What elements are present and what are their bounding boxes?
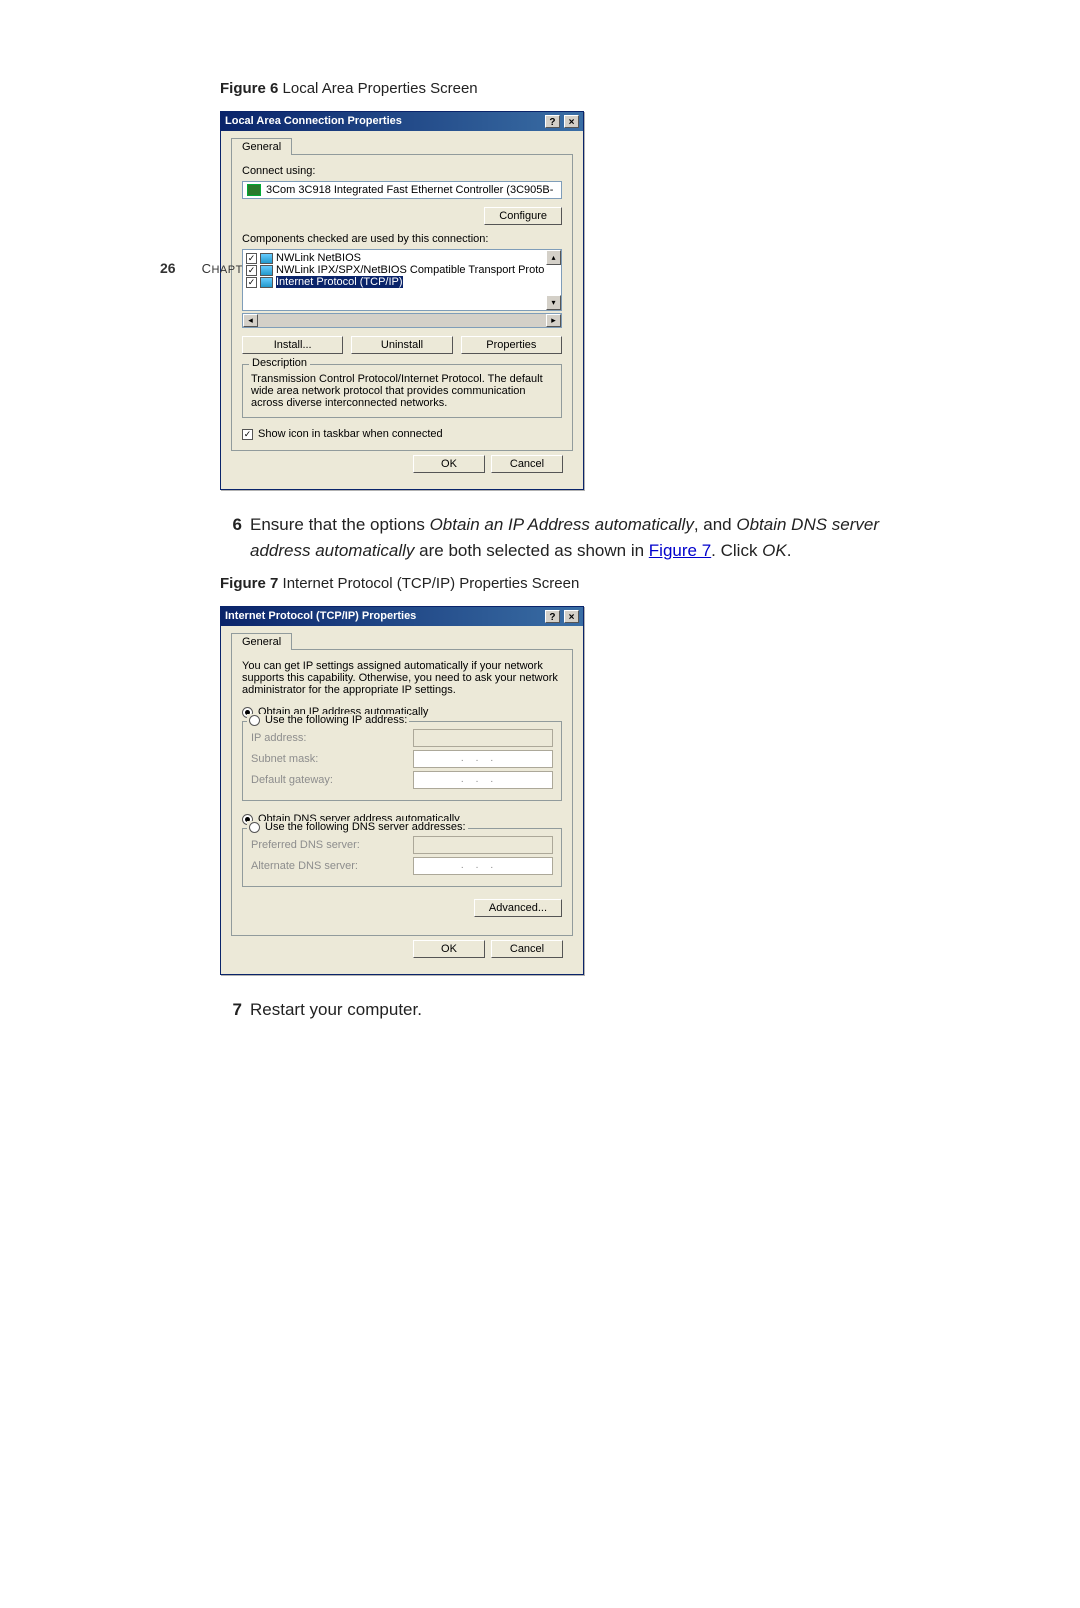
- list-item[interactable]: ✓ NWLink NetBIOS: [245, 252, 559, 264]
- page-number: 26: [160, 260, 176, 276]
- help-icon[interactable]: ?: [545, 610, 560, 623]
- radio-use-dns[interactable]: Use the following DNS server addresses:: [247, 821, 468, 833]
- dialog-title: Local Area Connection Properties: [225, 115, 402, 128]
- figure-7-caption: Figure 7 Internet Protocol (TCP/IP) Prop…: [220, 575, 900, 592]
- radio-use-ip[interactable]: Use the following IP address:: [247, 714, 409, 726]
- scroll-right-icon[interactable]: ▸: [546, 314, 561, 327]
- subnet-mask-input: ...: [413, 750, 553, 768]
- checkbox-icon[interactable]: ✓: [246, 253, 257, 264]
- radio-icon[interactable]: [249, 715, 260, 726]
- advanced-button[interactable]: Advanced...: [474, 899, 562, 917]
- components-label: Components checked are used by this conn…: [242, 233, 562, 245]
- figure-7-link[interactable]: Figure 7: [649, 541, 711, 560]
- subnet-mask-label: Subnet mask:: [251, 753, 413, 765]
- preferred-dns-label: Preferred DNS server:: [251, 839, 413, 851]
- description-group: Description Transmission Control Protoco…: [242, 364, 562, 418]
- alternate-dns-input: ...: [413, 857, 553, 875]
- install-button[interactable]: Install...: [242, 336, 343, 354]
- cancel-button[interactable]: Cancel: [491, 455, 563, 473]
- protocol-icon: [260, 253, 273, 264]
- list-item[interactable]: ✓ NWLink IPX/SPX/NetBIOS Compatible Tran…: [245, 264, 559, 276]
- default-gateway-input: ...: [413, 771, 553, 789]
- tab-general[interactable]: General: [231, 138, 292, 155]
- dialog-titlebar: Local Area Connection Properties ? ×: [221, 112, 583, 131]
- scroll-left-icon[interactable]: ◂: [243, 314, 258, 327]
- nic-icon: [247, 184, 261, 196]
- protocol-icon: [260, 265, 273, 276]
- use-ip-group: Use the following IP address: IP address…: [242, 721, 562, 801]
- description-text: Transmission Control Protocol/Internet P…: [251, 373, 553, 409]
- close-icon[interactable]: ×: [564, 115, 579, 128]
- components-listbox[interactable]: ✓ NWLink NetBIOS ✓ NWLink IPX/SPX/NetBIO…: [242, 249, 562, 311]
- checkbox-icon[interactable]: ✓: [242, 429, 253, 440]
- horizontal-scrollbar[interactable]: ◂ ▸: [242, 313, 562, 328]
- help-icon[interactable]: ?: [545, 115, 560, 128]
- default-gateway-label: Default gateway:: [251, 774, 413, 786]
- protocol-icon: [260, 277, 273, 288]
- checkbox-icon[interactable]: ✓: [246, 265, 257, 276]
- intro-text: You can get IP settings assigned automat…: [242, 660, 562, 696]
- ok-button[interactable]: OK: [413, 940, 485, 958]
- show-icon-checkbox-row[interactable]: ✓ Show icon in taskbar when connected: [242, 428, 562, 440]
- ip-address-input: [413, 729, 553, 747]
- dialog-title: Internet Protocol (TCP/IP) Properties: [225, 610, 416, 623]
- tab-general[interactable]: General: [231, 633, 292, 650]
- connect-using-label: Connect using:: [242, 165, 562, 177]
- adapter-field: 3Com 3C918 Integrated Fast Ethernet Cont…: [242, 181, 562, 199]
- local-area-connection-dialog: Local Area Connection Properties ? × Gen…: [220, 111, 584, 490]
- configure-button[interactable]: Configure: [484, 207, 562, 225]
- cancel-button[interactable]: Cancel: [491, 940, 563, 958]
- alternate-dns-label: Alternate DNS server:: [251, 860, 413, 872]
- use-dns-group: Use the following DNS server addresses: …: [242, 828, 562, 887]
- ok-button[interactable]: OK: [413, 455, 485, 473]
- scroll-down-icon[interactable]: ▾: [546, 295, 561, 310]
- radio-icon[interactable]: [249, 822, 260, 833]
- figure-6-caption: Figure 6 Local Area Properties Screen: [220, 80, 900, 97]
- step-6: 6 Ensure that the options Obtain an IP A…: [220, 512, 900, 563]
- scroll-up-icon[interactable]: ▴: [546, 250, 561, 265]
- properties-button[interactable]: Properties: [461, 336, 562, 354]
- list-item[interactable]: ✓ Internet Protocol (TCP/IP): [245, 276, 559, 288]
- ip-address-label: IP address:: [251, 732, 413, 744]
- tcp-ip-properties-dialog: Internet Protocol (TCP/IP) Properties ? …: [220, 606, 584, 975]
- dialog-titlebar: Internet Protocol (TCP/IP) Properties ? …: [221, 607, 583, 626]
- step-7: 7 Restart your computer.: [220, 997, 900, 1023]
- uninstall-button[interactable]: Uninstall: [351, 336, 452, 354]
- close-icon[interactable]: ×: [564, 610, 579, 623]
- preferred-dns-input: [413, 836, 553, 854]
- checkbox-icon[interactable]: ✓: [246, 277, 257, 288]
